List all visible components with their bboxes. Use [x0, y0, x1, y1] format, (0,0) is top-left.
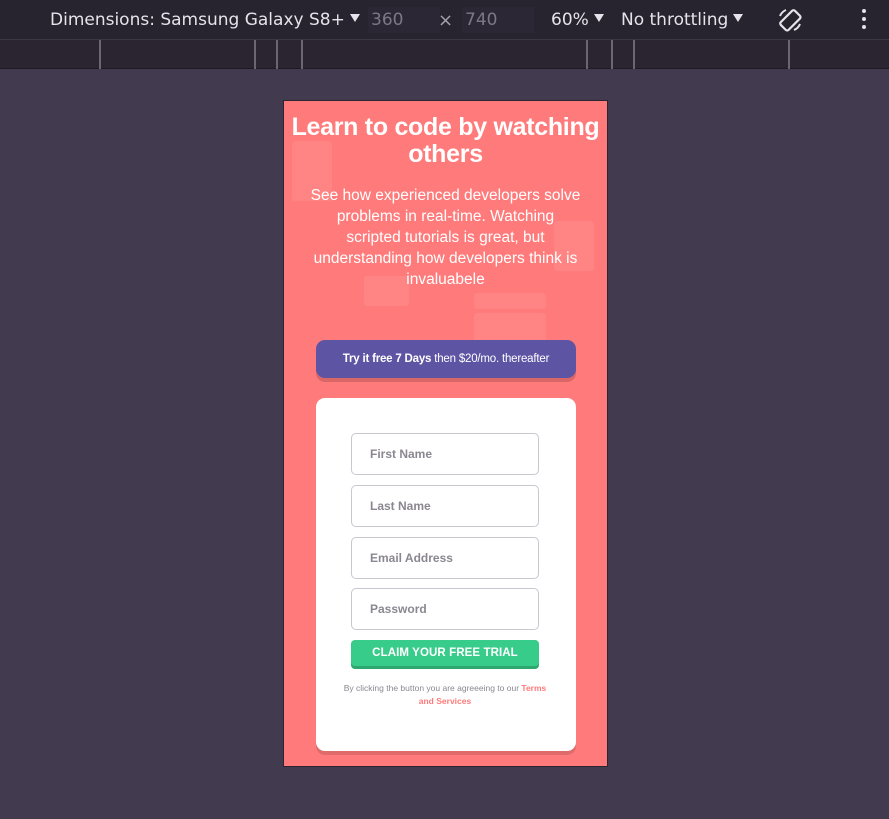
last-name-input[interactable]: [351, 485, 539, 527]
ruler-tick[interactable]: [788, 40, 790, 69]
promo-banner: Try it free 7 Days then $20/mo. thereaft…: [316, 340, 576, 378]
promo-bold-text: Try it free 7 Days: [342, 353, 432, 365]
throttling-label: No throttling: [621, 10, 729, 30]
claim-free-trial-button[interactable]: CLAIM YOUR FREE TRIAL: [351, 640, 539, 666]
password-input[interactable]: [351, 588, 539, 630]
device-toolbar: Dimensions: Samsung Galaxy S8+ 360 × 740…: [0, 0, 889, 40]
first-name-input[interactable]: [351, 433, 539, 475]
ruler-tick[interactable]: [611, 40, 613, 69]
ruler-tick[interactable]: [99, 40, 101, 69]
device-viewport: Learn to code by watching others See how…: [283, 100, 608, 767]
times-icon: ×: [438, 10, 454, 31]
width-input[interactable]: 360: [368, 7, 440, 33]
ruler-tick[interactable]: [633, 40, 635, 69]
email-input[interactable]: [351, 537, 539, 579]
background-illustration: [474, 293, 546, 309]
more-options-icon[interactable]: [859, 9, 869, 31]
signup-form-card: CLAIM YOUR FREE TRIAL By clicking the bu…: [316, 398, 576, 751]
ruler-tick[interactable]: [276, 40, 278, 69]
rotate-icon[interactable]: [776, 6, 804, 34]
dimensions-label: Dimensions: Samsung Galaxy S8+: [50, 10, 345, 30]
ruler-tick[interactable]: [301, 40, 303, 69]
ruler-tick[interactable]: [586, 40, 588, 69]
throttling-dropdown[interactable]: No throttling: [621, 9, 744, 31]
ruler-tick[interactable]: [254, 40, 256, 69]
chevron-down-icon: [593, 14, 604, 22]
zoom-dropdown[interactable]: 60%: [551, 9, 604, 31]
chevron-down-icon: [349, 14, 360, 22]
terms-text: By clicking the button you are agreeeing…: [336, 682, 554, 708]
terms-prefix: By clicking the button you are agreeeing…: [343, 683, 522, 693]
chevron-down-icon: [733, 14, 744, 22]
hero-description: See how experienced developers solve pro…: [310, 187, 581, 288]
dimensions-dropdown[interactable]: Dimensions: Samsung Galaxy S8+: [50, 9, 360, 31]
zoom-label: 60%: [551, 10, 589, 30]
promo-text: then $20/mo. thereafter: [431, 353, 550, 365]
height-input[interactable]: 740: [462, 7, 534, 33]
media-query-ruler: [0, 40, 889, 69]
hero-title: Learn to code by watching others: [291, 113, 600, 168]
